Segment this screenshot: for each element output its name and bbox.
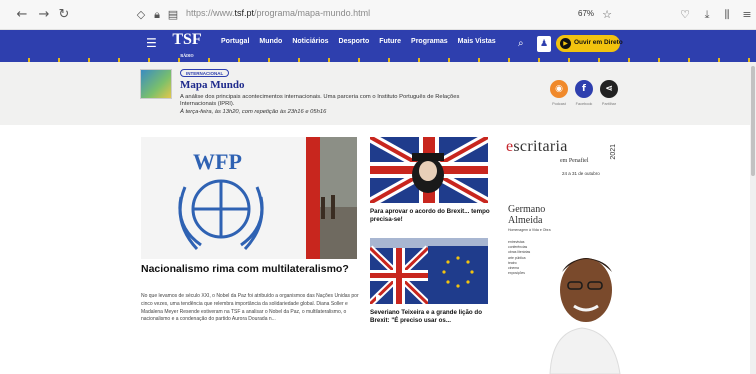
ad-program-list: entrevistas conferências obras literária…	[508, 240, 531, 276]
nav-link-desporto[interactable]: Desporto	[339, 38, 370, 45]
nav-link-programas[interactable]: Programas	[411, 38, 448, 45]
nav-link-noticiarios[interactable]: Noticiários	[292, 38, 328, 45]
bookmark-star-icon[interactable]: ☆	[600, 7, 614, 23]
tsf-logo[interactable]: TSF RÁDIO NOTÍCIAS	[172, 32, 202, 75]
forward-icon[interactable]: →	[36, 7, 52, 23]
menu-icon[interactable]: ≡	[740, 7, 754, 23]
hamburger-menu-icon[interactable]: ☰	[146, 36, 158, 50]
nav-link-mais-vistas[interactable]: Mais Vistas	[458, 38, 496, 45]
share-label: Partilhar	[601, 102, 617, 106]
download-icon[interactable]: ⤓	[700, 7, 714, 23]
wfp-banner-illustration: WFP	[141, 137, 357, 259]
nav-link-portugal[interactable]: Portugal	[221, 38, 249, 45]
podcast-icon[interactable]: ◉	[550, 80, 568, 98]
facebook-label: Facebook	[575, 102, 593, 106]
share-icon[interactable]: ⋖	[600, 80, 618, 98]
ad-portrait-photo	[540, 232, 624, 374]
program-thumbnail	[140, 69, 172, 99]
listen-live-button[interactable]: ▶ Ouvir em Direto	[556, 35, 623, 52]
feature-summary: No que levamos de século XXI, o Nobel da…	[141, 293, 359, 323]
feature-headline[interactable]: Nacionalismo rima com multilateralismo?	[141, 263, 361, 275]
facebook-icon[interactable]: f	[575, 80, 593, 98]
story-headline-1[interactable]: Para aprovar o acordo do Brexit... tempo…	[370, 208, 490, 224]
program-description: A análise dos principais acontecimentos …	[180, 94, 460, 107]
story-headline-2[interactable]: Severiano Teixeira e a grande lição do B…	[370, 309, 490, 325]
pocket-icon[interactable]: ♡	[678, 7, 692, 23]
lock-icon[interactable]: 🔒︎	[150, 7, 164, 23]
ad-dates: 24 a 31 de outubro	[562, 171, 600, 176]
reader-view-icon[interactable]: ▤	[166, 7, 180, 23]
url-text[interactable]: https://www.tsf.pt/programa/mapa-mundo.h…	[186, 8, 370, 18]
ad-year: 2021	[610, 144, 617, 160]
search-icon[interactable]: ⌕	[518, 37, 530, 51]
uk-eu-flags-illustration	[370, 238, 488, 304]
podcast-label: Podcast	[552, 102, 566, 106]
ad-brand-title: escritaria	[506, 138, 568, 155]
zoom-level[interactable]: 67%	[578, 9, 594, 18]
address-bar[interactable]: ◇ 🔒︎ ▤ https://www.tsf.pt/programa/mapa-…	[128, 5, 622, 25]
nav-link-future[interactable]: Future	[379, 38, 401, 45]
program-title: Mapa Mundo	[180, 79, 245, 91]
play-icon: ▶	[560, 38, 571, 49]
story-image-2[interactable]	[370, 238, 488, 304]
brexit-protest-illustration	[370, 137, 488, 203]
library-icon[interactable]: ⫼	[720, 7, 734, 23]
user-icon[interactable]: ♟	[537, 36, 551, 52]
scrollbar-thumb[interactable]	[751, 66, 755, 176]
site-navigation: ☰ TSF RÁDIO NOTÍCIAS Portugal Mundo Noti…	[0, 30, 756, 75]
program-header: INTERNACIONAL Mapa Mundo A análise dos p…	[0, 62, 756, 125]
nav-link-mundo[interactable]: Mundo	[259, 38, 282, 45]
wfp-logo-text: WFP	[193, 149, 242, 174]
program-category-tag[interactable]: INTERNACIONAL	[180, 69, 230, 77]
back-icon[interactable]: ←	[14, 7, 30, 23]
ad-honoree-name: Germano Almeida	[508, 204, 546, 226]
browser-toolbar: ← → ↻ ◇ 🔒︎ ▤ https://www.tsf.pt/programa…	[0, 0, 756, 30]
page-scrollbar[interactable]	[750, 62, 756, 374]
shield-icon[interactable]: ◇	[134, 7, 148, 23]
story-image-1[interactable]	[370, 137, 488, 203]
feature-image[interactable]: WFP	[141, 137, 357, 259]
reload-icon[interactable]: ↻	[56, 7, 72, 23]
program-schedule: À terça-feira, às 13h20, com repetição à…	[180, 109, 327, 115]
escritaria-advertisement[interactable]: escritaria 2021 em Penafiel 24 a 31 de o…	[500, 134, 624, 374]
ad-place: em Penafiel	[560, 158, 589, 164]
